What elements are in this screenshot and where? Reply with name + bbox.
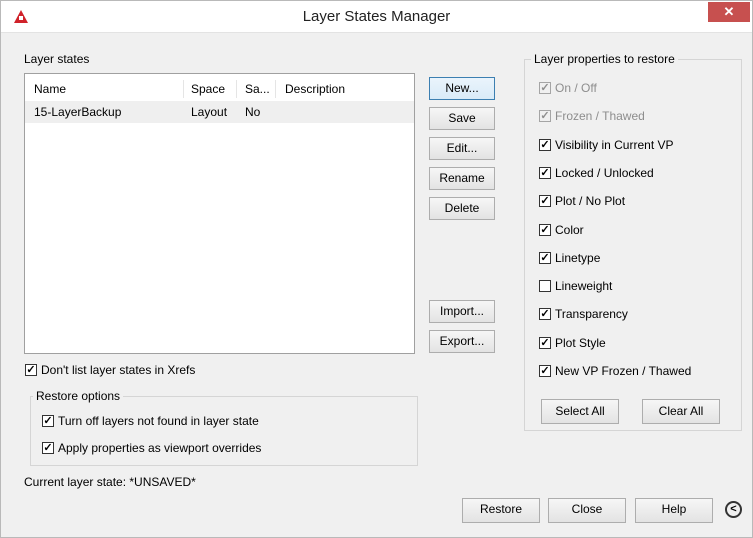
property-checkbox[interactable]: ✓: [539, 337, 551, 349]
check-icon: ✓: [540, 110, 550, 122]
help-button[interactable]: Help: [635, 498, 713, 523]
property-label: Linetype: [555, 251, 601, 265]
restore-button[interactable]: Restore: [462, 498, 540, 523]
collapse-arrow-icon[interactable]: <: [725, 501, 742, 518]
property-label: New VP Frozen / Thawed: [555, 364, 692, 378]
column-header-space[interactable]: Space: [191, 82, 225, 96]
column-divider[interactable]: [236, 80, 237, 98]
turn-off-layers-checkbox[interactable]: ✓: [42, 415, 54, 427]
property-checkbox[interactable]: ✓: [539, 365, 551, 377]
property-label: Color: [555, 223, 584, 237]
check-icon: ✓: [26, 364, 36, 376]
layer-states-manager-dialog: Layer States Manager ✕ Layer states Name…: [0, 0, 753, 538]
property-label: On / Off: [555, 81, 597, 95]
property-checkbox: ✓: [539, 82, 551, 94]
check-icon: ✓: [540, 82, 550, 94]
list-header: Name Space Sa... Description: [25, 78, 414, 100]
turn-off-layers-label: Turn off layers not found in layer state: [58, 414, 259, 428]
restore-options-title: Restore options: [33, 389, 124, 403]
property-checkbox[interactable]: ✓: [539, 139, 551, 151]
export-button[interactable]: Export...: [429, 330, 495, 353]
title-bar[interactable]: Layer States Manager ✕: [1, 1, 752, 33]
check-icon: ✓: [540, 224, 550, 236]
property-checkbox[interactable]: ✓: [539, 252, 551, 264]
check-icon: ✓: [540, 365, 550, 377]
window-title: Layer States Manager: [302, 8, 451, 25]
property-label: Frozen / Thawed: [555, 109, 645, 123]
check-icon: ✓: [540, 195, 550, 207]
check-icon: ✓: [540, 252, 550, 264]
apply-overrides-checkbox[interactable]: ✓: [42, 442, 54, 454]
property-label: Locked / Unlocked: [555, 166, 654, 180]
property-label: Plot Style: [555, 336, 606, 350]
property-label: Plot / No Plot: [555, 194, 626, 208]
property-label: Visibility in Current VP: [555, 138, 674, 152]
save-button[interactable]: Save: [429, 107, 495, 130]
check-icon: ✓: [540, 139, 550, 151]
layer-states-label: Layer states: [24, 52, 90, 66]
property-checkbox[interactable]: ✓: [539, 224, 551, 236]
dont-list-xrefs-checkbox[interactable]: ✓: [25, 364, 37, 376]
property-checkbox[interactable]: ✓: [539, 167, 551, 179]
property-checkbox[interactable]: ✓: [539, 195, 551, 207]
check-icon: ✓: [43, 415, 53, 427]
property-checkbox[interactable]: ✓: [539, 308, 551, 320]
row-saved: No: [245, 105, 261, 119]
property-checkbox[interactable]: [539, 280, 551, 292]
rename-button[interactable]: Rename: [429, 167, 495, 190]
check-icon: ✓: [540, 167, 550, 179]
close-button[interactable]: Close: [548, 498, 626, 523]
property-checkbox: ✓: [539, 110, 551, 122]
edit-button[interactable]: Edit...: [429, 137, 495, 160]
column-header-description[interactable]: Description: [285, 82, 345, 96]
apply-overrides-label: Apply properties as viewport overrides: [58, 441, 262, 455]
close-window-button[interactable]: ✕: [708, 2, 750, 22]
new-button[interactable]: New...: [429, 77, 495, 100]
row-name: 15-LayerBackup: [34, 105, 122, 119]
property-label: Lineweight: [555, 279, 613, 293]
property-label: Transparency: [555, 307, 628, 321]
check-icon: ✓: [540, 337, 550, 349]
check-icon: ✓: [540, 308, 550, 320]
clear-all-button[interactable]: Clear All: [642, 399, 720, 424]
table-row[interactable]: 15-LayerBackup Layout No: [25, 101, 414, 123]
select-all-button[interactable]: Select All: [541, 399, 619, 424]
column-divider[interactable]: [183, 80, 184, 98]
column-divider[interactable]: [275, 80, 276, 98]
column-header-saved[interactable]: Sa...: [245, 82, 270, 96]
column-header-name[interactable]: Name: [34, 82, 66, 96]
current-layer-state-text: Current layer state: *UNSAVED*: [24, 475, 196, 489]
layer-states-list[interactable]: Name Space Sa... Description 15-LayerBac…: [24, 73, 415, 354]
restore-options-group: [30, 396, 418, 466]
delete-button[interactable]: Delete: [429, 197, 495, 220]
check-icon: ✓: [43, 442, 53, 454]
row-space: Layout: [191, 105, 228, 119]
layer-properties-title: Layer properties to restore: [531, 52, 678, 66]
import-button[interactable]: Import...: [429, 300, 495, 323]
dont-list-xrefs-label: Don't list layer states in Xrefs: [41, 363, 196, 377]
